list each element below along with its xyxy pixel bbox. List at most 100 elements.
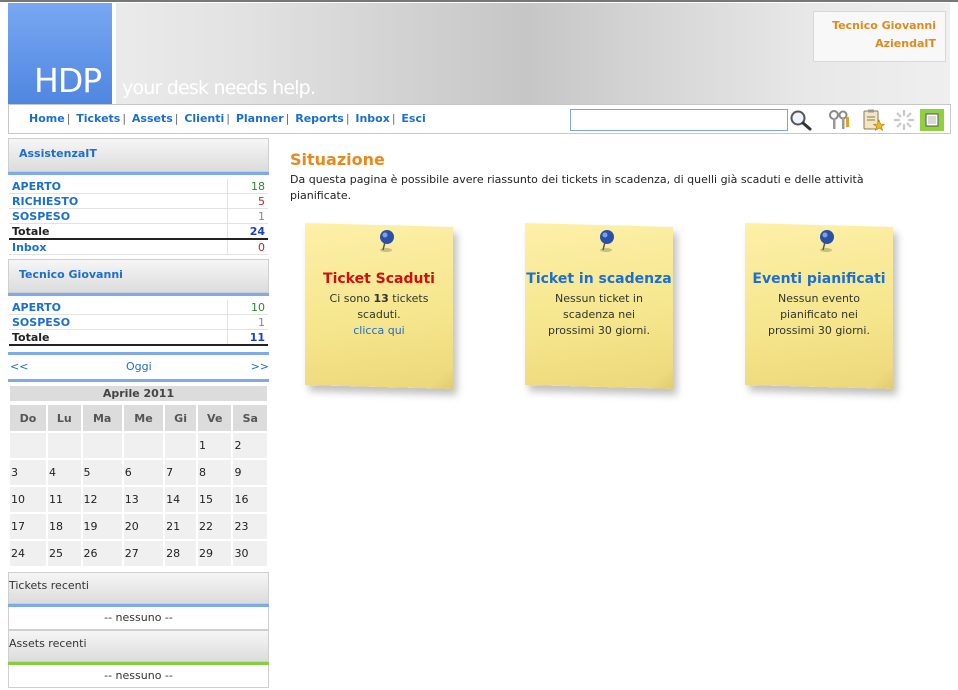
section-title: Tickets recenti: [9, 579, 89, 592]
group-title[interactable]: AssistenzaIT: [19, 147, 97, 160]
calendar-grid: Do Lu Ma Me Gi Ve Sa 1 2 3 4 5 6 7 8 9 10 11 12 13 14 15 16 17…: [8, 403, 269, 568]
divider: [8, 379, 269, 382]
calendar-day[interactable]: 21: [165, 514, 196, 539]
calendar-day[interactable]: 11: [48, 487, 81, 512]
stat-label[interactable]: RICHIESTO: [9, 193, 228, 209]
calendar-day[interactable]: 24: [10, 541, 47, 566]
calendar-day[interactable]: 20: [123, 514, 164, 539]
clipboard-star-icon[interactable]: [861, 109, 885, 131]
calendar-day[interactable]: 2: [233, 433, 267, 458]
calendar-day[interactable]: 12: [82, 487, 122, 512]
stat-label[interactable]: APERTO: [9, 179, 228, 194]
note-title: Ticket Scaduti: [323, 271, 435, 287]
stat-row[interactable]: APERTO 18: [9, 179, 268, 194]
stat-row[interactable]: APERTO 10: [9, 300, 268, 315]
calendar-week: 3456789: [10, 460, 267, 485]
calendar-day[interactable]: 14: [165, 487, 196, 512]
calendar-day[interactable]: 17: [10, 514, 47, 539]
calendar-next-button[interactable]: >>: [251, 360, 269, 373]
calendar-day[interactable]: 5: [82, 460, 122, 485]
tools-icon[interactable]: [827, 109, 853, 131]
stat-row[interactable]: SOSPESO 1: [9, 208, 268, 224]
calendar-nav: << Oggi >>: [8, 355, 269, 379]
calendar-day[interactable]: 30: [233, 541, 267, 566]
stat-label[interactable]: APERTO: [9, 300, 228, 315]
calendar-day[interactable]: 7: [165, 460, 196, 485]
stat-value: 5: [227, 193, 268, 209]
pushpin-icon: [820, 230, 834, 252]
calendar-day[interactable]: 8: [198, 460, 232, 485]
stats-table-tecnico: APERTO 10 SOSPESO 1 Totale 11: [9, 300, 268, 346]
inbox-label[interactable]: Inbox: [9, 239, 228, 255]
logo-block: HDP: [8, 3, 112, 104]
nav-bar: Home | Tickets | Assets | Clienti | Planner |…: [8, 104, 951, 134]
calendar-day[interactable]: 13: [123, 487, 164, 512]
total-value: 24: [227, 223, 268, 240]
note-title: Ticket in scadenza: [526, 271, 672, 287]
calendar-day[interactable]: 29: [198, 541, 232, 566]
calendar-day[interactable]: 23: [233, 514, 267, 539]
stat-label[interactable]: SOSPESO: [9, 314, 228, 330]
tickets-recent-empty: -- nessuno --: [8, 607, 269, 630]
nav-esci[interactable]: Esci: [401, 112, 425, 125]
group-header-assistenzait: AssistenzaIT: [8, 138, 269, 172]
group-header-tecnico: Tecnico Giovanni: [8, 259, 269, 293]
stat-row[interactable]: SOSPESO 1: [9, 314, 268, 330]
nav-assets[interactable]: Assets: [132, 112, 173, 125]
user-info-box: Tecnico Giovanni AziendaIT: [813, 11, 946, 62]
calendar-day[interactable]: 1: [198, 433, 232, 458]
stat-row[interactable]: Inbox 0: [9, 239, 268, 255]
nav-reports[interactable]: Reports: [295, 112, 344, 125]
calendar-empty-cell: [48, 433, 81, 458]
user-name[interactable]: Tecnico Giovanni: [814, 19, 945, 32]
stat-row[interactable]: RICHIESTO 5: [9, 193, 268, 209]
calendar-day[interactable]: 6: [123, 460, 164, 485]
calendar-day[interactable]: 4: [48, 460, 81, 485]
calendar-day[interactable]: 22: [198, 514, 232, 539]
note-ticket-in-scadenza: Ticket in scadenza Nessun ticket in scad…: [519, 223, 699, 403]
nav-home[interactable]: Home: [29, 112, 65, 125]
nav-clienti[interactable]: Clienti: [184, 112, 224, 125]
calendar-day[interactable]: 19: [82, 514, 122, 539]
calendar-day[interactable]: 25: [48, 541, 81, 566]
calendar-month: Aprile 2011: [10, 386, 267, 401]
nav-inbox[interactable]: Inbox: [355, 112, 389, 125]
stat-label[interactable]: SOSPESO: [9, 208, 228, 224]
note-count: 13: [373, 292, 389, 305]
logo-separator: [112, 3, 116, 104]
nav-separator: |: [226, 112, 230, 125]
clicca-qui-link[interactable]: clicca qui: [353, 324, 405, 337]
search-input[interactable]: [570, 109, 788, 131]
magnifier-icon[interactable]: [789, 109, 813, 131]
company-name[interactable]: AziendaIT: [814, 37, 945, 50]
nav-separator: |: [391, 112, 396, 125]
nav-tickets[interactable]: Tickets: [76, 112, 120, 125]
checkbox-toggle-icon[interactable]: [919, 109, 945, 131]
calendar-day[interactable]: 15: [198, 487, 232, 512]
calendar-weekdays: Do Lu Ma Me Gi Ve Sa: [10, 405, 267, 431]
weekday-header: Gi: [165, 405, 196, 431]
calendar-day[interactable]: 16: [233, 487, 267, 512]
stat-total-row: Totale 11: [9, 329, 268, 346]
calendar-empty-cell: [165, 433, 196, 458]
page-title: Situazione: [290, 150, 385, 169]
calendar-day[interactable]: 26: [82, 541, 122, 566]
weekday-header: Me: [123, 405, 164, 431]
spinner-icon: [893, 109, 915, 131]
calendar-week: 12: [10, 433, 267, 458]
calendar-day[interactable]: 10: [10, 487, 47, 512]
calendar-day[interactable]: 9: [233, 460, 267, 485]
calendar-day[interactable]: 3: [10, 460, 47, 485]
stat-total-row: Totale 24: [9, 223, 268, 240]
nav-separator: |: [345, 112, 350, 125]
pushpin-icon: [380, 230, 394, 252]
calendar-day[interactable]: 27: [123, 541, 164, 566]
calendar-day[interactable]: 28: [165, 541, 196, 566]
calendar-today-button[interactable]: Oggi: [126, 360, 152, 373]
calendar-day[interactable]: 18: [48, 514, 81, 539]
nav-planner[interactable]: Planner: [236, 112, 284, 125]
calendar-prev-button[interactable]: <<: [10, 360, 28, 373]
weekday-header: Lu: [48, 405, 81, 431]
group-title[interactable]: Tecnico Giovanni: [19, 268, 123, 281]
header-banner: HDP your desk needs help. Tecnico Giovan…: [8, 3, 950, 104]
